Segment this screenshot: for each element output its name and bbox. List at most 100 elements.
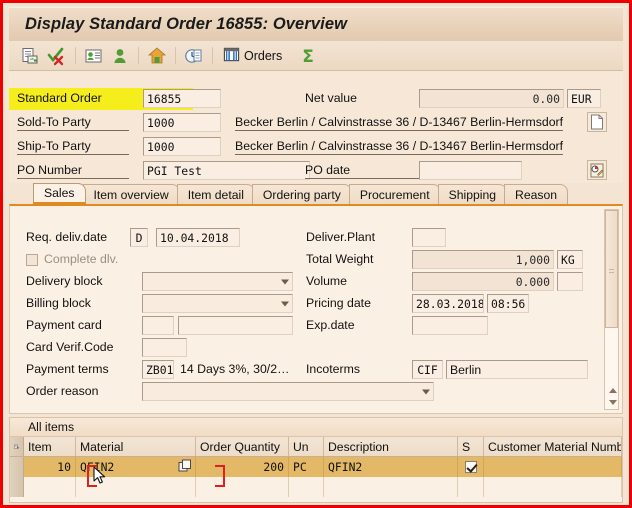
grid-header-row: Item Material Order Quantity Un Descript… — [10, 437, 622, 457]
check-red-x-icon[interactable] — [45, 44, 69, 68]
order-reason-row: Order reason — [26, 382, 434, 401]
scroll-up-icon[interactable] — [606, 385, 619, 396]
cell-description-empty[interactable] — [324, 477, 458, 497]
exp-date-row: Exp.date — [306, 316, 488, 335]
tab-procurement[interactable]: Procurement — [348, 184, 441, 204]
table-row[interactable]: 10 QFIN2 200 PC QFIN2 — [10, 457, 622, 477]
cell-material-empty[interactable] — [76, 477, 196, 497]
cell-unit-empty[interactable] — [289, 477, 324, 497]
total-weight-unit-field: KG — [557, 250, 583, 269]
all-items-title: All items — [10, 418, 622, 437]
tab-item-detail[interactable]: Item detail — [176, 184, 255, 204]
house-icon[interactable] — [145, 44, 169, 68]
sold-to-party-label[interactable]: Sold-To Party — [17, 115, 129, 131]
cell-customer-material-empty[interactable] — [484, 477, 622, 497]
payment-terms-key-input[interactable]: ZB01 — [142, 360, 174, 379]
payment-terms-row: Payment terms ZB01 14 Days 3%, 30/2… — [26, 360, 289, 379]
order-type-label: Standard Order — [17, 91, 102, 105]
req-deliv-date-type-input[interactable]: D — [130, 228, 148, 247]
incoterms-location-input[interactable]: Berlin — [446, 360, 588, 379]
sales-summary-icon[interactable] — [587, 160, 607, 180]
tab-strip: Sales Item overview Item detail Ordering… — [9, 183, 623, 204]
cell-item-empty[interactable] — [24, 477, 76, 497]
col-header-s[interactable]: S — [458, 437, 484, 456]
complete-dlv-label: Complete dlv. — [44, 252, 119, 266]
card-verif-code-input[interactable] — [142, 338, 187, 357]
deliver-plant-input[interactable] — [412, 228, 446, 247]
complete-dlv-checkbox[interactable] — [26, 253, 38, 266]
pricing-date-input[interactable]: 28.03.2018 — [412, 294, 484, 313]
req-deliv-date-label: Req. deliv.date — [26, 230, 108, 244]
order-number-input[interactable]: 16855 — [143, 89, 221, 108]
person-icon[interactable] — [108, 44, 132, 68]
chevron-down-icon — [281, 301, 289, 306]
ship-to-party-description[interactable]: Becker Berlin / Calvinstrasse 36 / D-134… — [235, 139, 564, 155]
pricing-time-input[interactable]: 08:56 — [487, 294, 529, 313]
tab-ordering-party[interactable]: Ordering party — [251, 184, 352, 204]
sold-to-party-description[interactable]: Becker Berlin / Calvinstrasse 36 / D-134… — [235, 115, 564, 131]
delivery-block-label: Delivery block — [26, 274, 103, 288]
billing-block-select[interactable] — [142, 294, 293, 313]
cell-s-checkbox[interactable] — [458, 457, 484, 477]
cell-material[interactable]: QFIN2 — [76, 457, 196, 477]
incoterms-key-input[interactable]: CIF — [412, 360, 443, 379]
select-all-icon[interactable] — [10, 437, 24, 456]
col-header-order-quantity[interactable]: Order Quantity — [196, 437, 289, 456]
tab-sales[interactable]: Sales — [33, 183, 86, 204]
po-number-input[interactable]: PGI Test — [143, 161, 310, 180]
row-selector[interactable] — [10, 457, 24, 477]
po-date-label[interactable]: PO date — [305, 163, 419, 179]
po-date-input[interactable] — [419, 161, 522, 180]
net-value-label: Net value — [305, 91, 357, 105]
order-reason-select[interactable] — [142, 382, 434, 401]
table-row[interactable] — [10, 477, 622, 497]
scrollbar-thumb[interactable] — [605, 210, 618, 328]
cell-order-quantity[interactable]: 200 — [196, 457, 289, 477]
pricing-date-label: Pricing date — [306, 296, 371, 310]
req-deliv-date-input[interactable]: 10.04.2018 — [156, 228, 240, 247]
multiple-selection-icon[interactable] — [178, 459, 192, 476]
po-number-label[interactable]: PO Number — [17, 163, 129, 179]
cell-customer-material-number[interactable] — [484, 457, 622, 477]
sales-tab-scrollbar[interactable] — [604, 209, 619, 410]
tab-label: Ordering party — [262, 187, 341, 202]
chevron-down-icon — [281, 279, 289, 284]
clock-document-icon[interactable] — [182, 44, 206, 68]
cell-s-empty[interactable] — [458, 477, 484, 497]
payment-card-number-input[interactable] — [178, 316, 293, 335]
document-note-icon[interactable] — [587, 112, 607, 132]
col-header-customer-material-number[interactable]: Customer Material Numb — [484, 437, 622, 456]
tab-reason[interactable]: Reason — [504, 184, 569, 204]
card-verif-code-label: Card Verif.Code — [26, 340, 114, 354]
exp-date-input[interactable] — [412, 316, 488, 335]
sold-to-party-input[interactable]: 1000 — [143, 113, 221, 132]
volume-row: Volume 0.000 — [306, 272, 583, 291]
toolbar-separator — [175, 47, 176, 64]
col-header-material[interactable]: Material — [76, 437, 196, 456]
orders-button-label: Orders — [244, 48, 283, 63]
col-header-unit[interactable]: Un — [289, 437, 324, 456]
net-value-field: 0.00 — [419, 89, 564, 108]
scroll-down-icon[interactable] — [606, 397, 619, 408]
col-header-item[interactable]: Item — [24, 437, 76, 456]
delivery-block-select[interactable] — [142, 272, 293, 291]
cell-unit[interactable]: PC — [289, 457, 324, 477]
ship-to-party-label[interactable]: Ship-To Party — [17, 139, 129, 155]
business-card-icon[interactable] — [82, 44, 106, 68]
cell-description[interactable]: QFIN2 — [324, 457, 458, 477]
cell-item[interactable]: 10 — [24, 457, 76, 477]
document-with-arrow-icon[interactable] — [19, 44, 43, 68]
delivery-block-row: Delivery block — [26, 272, 293, 291]
ship-to-party-input[interactable]: 1000 — [143, 137, 221, 156]
col-header-description[interactable]: Description — [324, 437, 458, 456]
payment-card-type-input[interactable] — [142, 316, 174, 335]
cell-order-quantity-empty[interactable] — [196, 477, 289, 497]
tab-shipping[interactable]: Shipping — [437, 184, 508, 204]
sum-sigma-icon[interactable]: Σ — [296, 44, 320, 68]
row-selector[interactable] — [10, 477, 24, 497]
orders-button[interactable]: Orders — [219, 44, 286, 68]
page-title: Display Standard Order 16855: Overview — [25, 15, 348, 33]
orders-grid-icon — [223, 46, 240, 66]
tab-item-overview[interactable]: Item overview — [82, 184, 180, 204]
tab-label: Reason — [515, 187, 558, 202]
